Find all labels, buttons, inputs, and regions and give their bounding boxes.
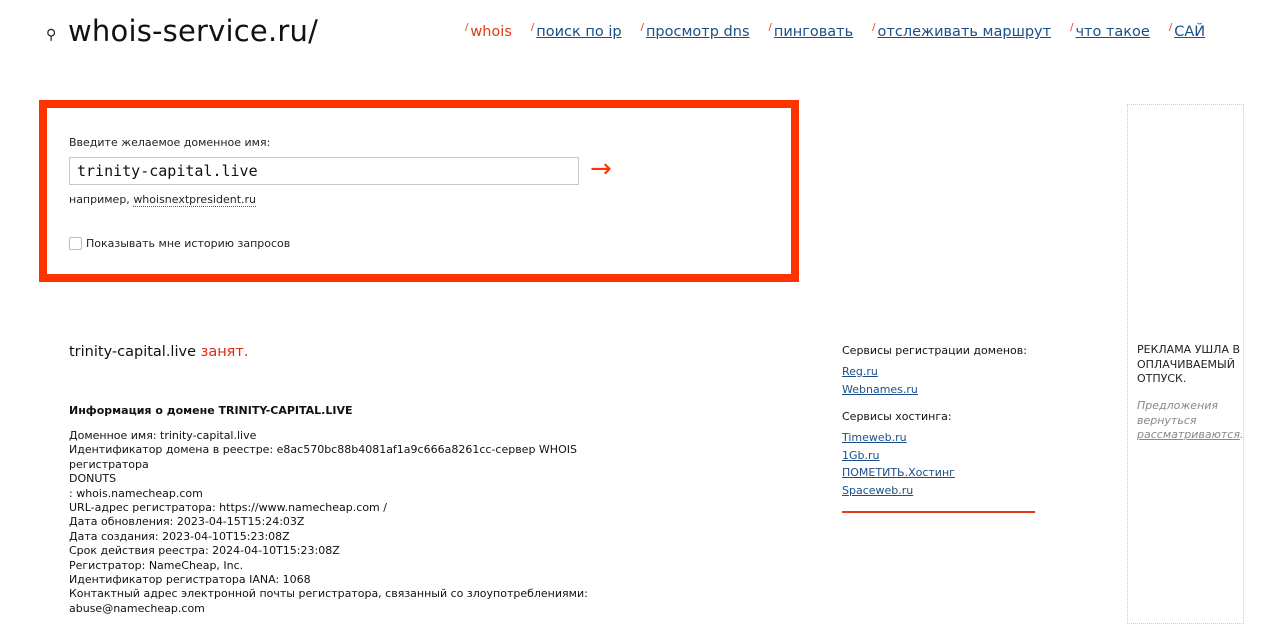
whois-line: abuse@namecheap.com <box>69 601 205 615</box>
status-badge: занят. <box>200 344 249 360</box>
nav-dns[interactable]: / просмотр dns <box>640 22 750 40</box>
nav-ping[interactable]: / пинговать <box>768 22 854 40</box>
nav-what-is[interactable]: / что такое <box>1070 22 1150 40</box>
whois-line: Срок действия реестра: 2024-04-10T15:23:… <box>69 544 340 558</box>
search-example: например, whoisnextpresident.ru <box>69 193 257 207</box>
whois-line: : whois.namecheap.com <box>69 486 203 500</box>
nav-site[interactable]: / САЙ <box>1168 22 1205 40</box>
whois-line: Доменное имя: trinity-capital.live <box>69 429 257 442</box>
registration-title: Сервисы регистрации доменов: <box>842 344 1027 357</box>
info-title: Информация о домене TRINITY-CAPITAL.LIVE <box>69 404 353 417</box>
history-checkbox[interactable] <box>69 237 82 250</box>
slash-icon: / <box>768 22 772 33</box>
link-reg-ru[interactable]: Reg.ru <box>842 363 1037 381</box>
ad-panel: РЕКЛАМА УШЛА В ОПЛАЧИВАЕМЫЙ ОТПУСК. Пред… <box>1127 104 1244 624</box>
result-domain: trinity-capital.live <box>69 344 196 360</box>
example-link[interactable]: whoisnextpresident.ru <box>133 193 257 207</box>
link-spaceweb[interactable]: Spaceweb.ru <box>842 482 1037 500</box>
link-pometit[interactable]: ПОМЕТИТЬ.Хостинг <box>842 464 1037 482</box>
hosting-title: Сервисы хостинга: <box>842 410 952 423</box>
slash-icon: / <box>465 22 469 33</box>
logo-area[interactable]: ⚲ whois-service.ru/ <box>46 14 318 48</box>
top-nav: / whois / поиск по ip / просмотр dns / пинго… <box>465 22 1224 40</box>
whois-line: Идентификатор регистратора IANA: 1068 <box>69 573 311 587</box>
slash-icon: / <box>530 22 535 33</box>
whois-record: Доменное имя: trinity-capital.live Идент… <box>69 429 589 616</box>
whois-line: Контактный адрес электронной почты регис… <box>69 587 588 601</box>
link-timeweb[interactable]: Timeweb.ru <box>842 429 1037 447</box>
ad-title: РЕКЛАМА УШЛА В ОПЛАЧИВАЕМЫЙ ОТПУСК. <box>1137 343 1241 385</box>
nav-traceroute[interactable]: / отслеживать маршрут <box>872 22 1051 40</box>
link-webnames[interactable]: Webnames.ru <box>842 381 1037 399</box>
ad-link[interactable]: рассматриваются <box>1137 428 1240 441</box>
arrow-right-icon[interactable]: → <box>590 155 612 183</box>
history-label: Показывать мне историю запросов <box>86 237 291 250</box>
slash-icon: / <box>872 22 876 33</box>
link-1gb[interactable]: 1Gb.ru <box>842 447 1037 465</box>
search-label: Введите желаемое доменное имя: <box>69 136 271 149</box>
nav-ip-lookup[interactable]: / поиск по ip <box>530 22 622 40</box>
ad-note: Предложения вернуться рассматриваются. <box>1137 399 1244 441</box>
whois-line: Идентификатор домена в реестре: e8ac570b… <box>69 443 581 471</box>
services-panel: Сервисы регистрации доменов: Reg.ru Webn… <box>842 344 1037 513</box>
slash-icon: / <box>1168 22 1173 33</box>
whois-line: Дата обновления: 2023-04-15T15:24:03Z <box>69 515 305 529</box>
slash-icon: / <box>640 22 644 33</box>
whois-line: Дата создания: 2023-04-10T15:23:08Z <box>69 529 290 543</box>
divider <box>842 511 1035 513</box>
nav-whois[interactable]: / whois <box>465 22 512 40</box>
whois-line: DONUTS <box>69 472 117 486</box>
search-icon: ⚲ <box>46 27 57 43</box>
whois-line: URL-адрес регистратора: https://www.name… <box>69 501 387 515</box>
site-logo[interactable]: whois-service.ru/ <box>68 14 318 48</box>
whois-line: Регистратор: NameCheap, Inc. <box>69 558 244 572</box>
history-toggle[interactable]: Показывать мне историю запросов <box>69 237 290 250</box>
slash-icon: / <box>1070 22 1074 33</box>
search-form: Введите желаемое доменное имя: → наприме… <box>39 100 799 282</box>
result-status: trinity-capital.live занят. <box>69 344 248 360</box>
domain-input[interactable] <box>69 157 579 185</box>
